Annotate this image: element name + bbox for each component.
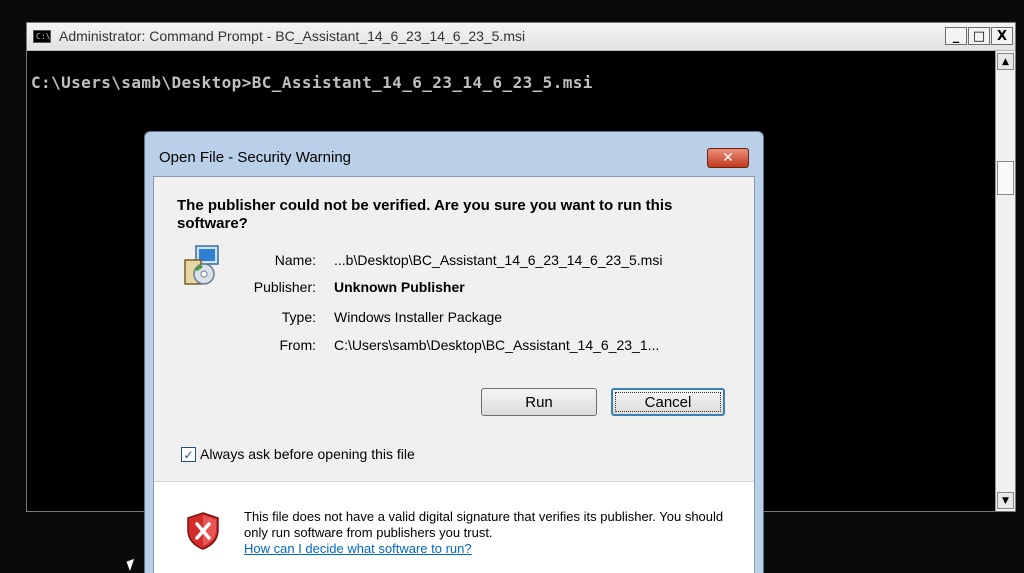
minimize-icon: _	[952, 28, 960, 44]
publisher-value: Unknown Publisher	[334, 279, 465, 295]
run-button-label: Run	[525, 393, 553, 411]
console-scrollbar[interactable]: ▲ ▼	[995, 51, 1015, 511]
scroll-up-icon[interactable]: ▲	[997, 53, 1014, 70]
from-value: C:\Users\samb\Desktop\BC_Assistant_14_6_…	[334, 337, 660, 353]
type-label: Type:	[281, 309, 316, 325]
window-controls: _ □ X	[944, 27, 1013, 46]
command-prompt-title: Administrator: Command Prompt - BC_Assis…	[59, 28, 526, 44]
dialog-close-button[interactable]: ✕	[707, 148, 749, 168]
name-value: ...b\Desktop\BC_Assistant_14_6_23_14_6_2…	[334, 252, 663, 268]
dialog-titlebar[interactable]: Open File - Security Warning ✕	[145, 132, 763, 176]
minimize-button[interactable]: _	[945, 27, 967, 45]
close-icon: X	[996, 28, 1008, 44]
cancel-button[interactable]: Cancel	[611, 388, 725, 416]
warning-panel: This file does not have a valid digital …	[154, 482, 754, 573]
console-window-icon: C:\	[33, 30, 51, 43]
signature-warning-text: This file does not have a valid digital …	[244, 509, 724, 540]
publisher-label: Publisher:	[253, 279, 316, 295]
close-icon: ✕	[722, 150, 734, 166]
help-link[interactable]: How can I decide what software to run?	[244, 541, 472, 556]
maximize-button[interactable]: □	[968, 27, 990, 45]
run-button[interactable]: Run	[481, 388, 597, 416]
always-ask-label[interactable]: Always ask before opening this file	[200, 446, 415, 462]
command-prompt-titlebar[interactable]: C:\ Administrator: Command Prompt - BC_A…	[27, 23, 1015, 51]
verification-question: The publisher could not be verified. Are…	[177, 197, 673, 232]
maximize-icon: □	[972, 28, 986, 44]
console-command-line: C:\Users\samb\Desktop>BC_Assistant_14_6_…	[31, 73, 593, 92]
scroll-down-icon[interactable]: ▼	[997, 492, 1014, 509]
close-button[interactable]: X	[991, 27, 1013, 45]
focus-ring	[615, 392, 721, 412]
always-ask-checkbox[interactable]: ✓	[181, 447, 196, 462]
dialog-content: The publisher could not be verified. Are…	[153, 176, 755, 573]
security-shield-icon	[187, 512, 219, 550]
name-label: Name:	[274, 252, 316, 268]
from-label: From:	[279, 337, 316, 353]
security-warning-dialog: Open File - Security Warning ✕ The publi…	[144, 131, 764, 573]
dialog-title: Open File - Security Warning	[159, 149, 352, 166]
scrollbar-thumb[interactable]	[997, 161, 1014, 195]
type-value: Windows Installer Package	[334, 309, 503, 325]
